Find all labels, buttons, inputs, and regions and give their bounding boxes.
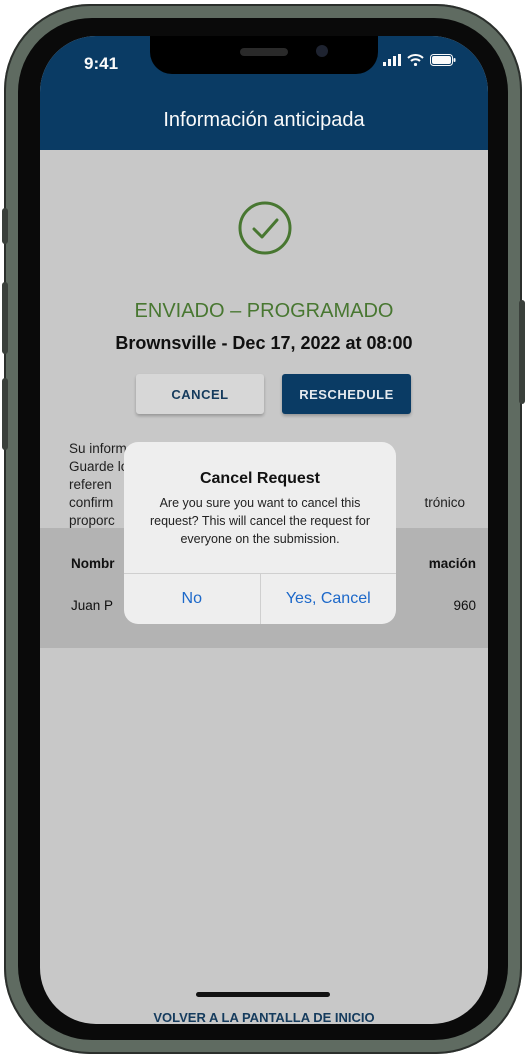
- side-button: [519, 300, 525, 404]
- speaker: [240, 48, 288, 56]
- side-button: [2, 378, 8, 450]
- dialog-title: Cancel Request: [199, 470, 321, 487]
- home-indicator: [196, 992, 330, 997]
- dialog-actions: No Yes, Cancel: [124, 573, 396, 624]
- cancel-request-dialog: Cancel Request Are you sure you want to …: [124, 442, 396, 624]
- dialog-yes-cancel-button[interactable]: Yes, Cancel: [259, 574, 397, 624]
- side-button: [2, 208, 8, 244]
- side-button: [2, 282, 8, 354]
- front-camera: [316, 45, 328, 57]
- dialog-message: Are you sure you want to cancel this req…: [149, 496, 371, 546]
- phone-screen: 9:41 Información anticipada ENVIADO – PR…: [40, 36, 488, 1024]
- dialog-no-button[interactable]: No: [124, 574, 260, 624]
- notch: [150, 36, 378, 74]
